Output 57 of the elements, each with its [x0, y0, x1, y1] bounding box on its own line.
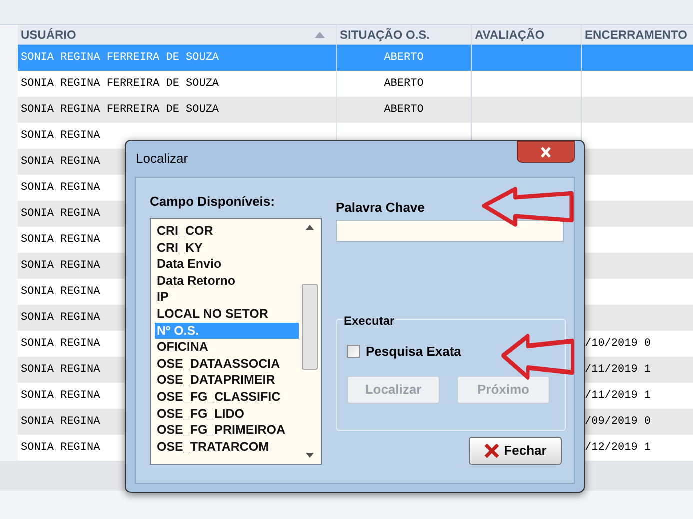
- table-cell-text: SONIA REGINA FERREIRA DE SOUZA: [21, 76, 220, 92]
- field-list-item[interactable]: IP: [155, 289, 299, 306]
- table-cell-text: SONIA REGINA: [21, 154, 100, 170]
- table-cell-text: SONIA REGINA: [21, 180, 100, 196]
- field-list-item[interactable]: OSE_DATAASSOCIA: [155, 356, 299, 372]
- table-cell-text: /09/2019 0: [585, 414, 652, 430]
- x-icon: [484, 443, 500, 459]
- field-list-item[interactable]: Data Envio: [155, 256, 299, 273]
- table-row[interactable]: SONIA REGINA FERREIRA DE SOUZA ABERTO: [18, 97, 693, 123]
- close-icon: [540, 146, 552, 158]
- close-button[interactable]: [517, 141, 575, 163]
- table-cell-text: /12/2019 1: [585, 440, 652, 456]
- scroll-up-icon[interactable]: [306, 225, 314, 230]
- dialog-title: Localizar: [136, 150, 188, 168]
- field-list-item[interactable]: OSE_TRATARCOM: [155, 438, 299, 456]
- table-cell-text: /10/2019 0: [585, 336, 652, 352]
- table-cell-text: SONIA REGINA: [21, 310, 100, 326]
- table-cell-text: ABERTO: [384, 76, 424, 92]
- checkbox-label: Pesquisa Exata: [366, 343, 462, 361]
- table-cell-text: SONIA REGINA: [21, 440, 100, 456]
- table-cell-text: SONIA REGINA: [21, 388, 100, 404]
- table-cell-text: SONIA REGINA: [21, 414, 100, 430]
- table-cell-text: SONIA REGINA: [21, 258, 100, 274]
- table-cell-text: SONIA REGINA: [21, 284, 100, 300]
- field-list-label: Campo Disponíveis:: [150, 193, 276, 211]
- field-list-item[interactable]: OSE_FG_PRIMEIROA: [155, 422, 299, 439]
- keyword-field[interactable]: [336, 220, 564, 242]
- table-cell-text: /11/2019 1: [585, 388, 652, 404]
- column-header[interactable]: AVALIAÇÃO: [472, 25, 582, 44]
- close-dialog-button[interactable]: Fechar: [469, 437, 562, 465]
- table-cell-text: SONIA REGINA FERREIRA DE SOUZA: [21, 102, 220, 118]
- table-cell-text: ABERTO: [384, 50, 424, 66]
- table-cell-text: SONIA REGINA: [21, 128, 100, 144]
- field-list[interactable]: CRI_COR CRI_KY Data Envio Data Retorno IP LOCAL NO SETOR Nº O.S. OFICINA OSE_DATAASSOCIA OSE_DATAPRIMEIR OSE_FG_CLASSIFIC OSE_FG_LIDO OSE_FG_PRIMEIROA OSE_TRATARCOM: [150, 218, 322, 465]
- table-cell-text: SONIA REGINA: [21, 362, 100, 378]
- field-list-item[interactable]: LOCAL NO SETOR: [155, 306, 299, 323]
- field-list-item[interactable]: OSE_FG_CLASSIFIC: [155, 388, 299, 406]
- column-header[interactable]: ENCERRAMENTO: [582, 25, 693, 44]
- field-list-item[interactable]: Data Retorno: [155, 272, 299, 290]
- table-row[interactable]: SONIA REGINA FERREIRA DE SOUZA ABERTO: [18, 71, 693, 97]
- table-cell-text: SONIA REGINA FERREIRA DE SOUZA: [21, 50, 220, 66]
- table-cell-text: /11/2019 1: [585, 362, 652, 378]
- field-list-item[interactable]: CRI_KY: [155, 240, 299, 256]
- field-list-item[interactable]: OFICINA: [155, 339, 299, 356]
- field-list-item[interactable]: OSE_FG_LIDO: [155, 406, 299, 422]
- table-cell-text: SONIA REGINA: [21, 206, 100, 222]
- table-cell-text: SONIA REGINA: [21, 232, 100, 248]
- keyword-label: Palavra Chave: [336, 199, 426, 212]
- column-header[interactable]: SITUAÇÃO O.S.: [337, 25, 472, 44]
- table-cell-text: ABERTO: [384, 102, 424, 118]
- column-header[interactable]: USUÁRIO: [18, 25, 337, 44]
- table-cell-text: SONIA REGINA: [21, 336, 100, 352]
- scroll-down-icon[interactable]: [306, 453, 314, 458]
- checkbox[interactable]: [347, 345, 360, 358]
- field-list-item[interactable]: CRI_COR: [155, 223, 299, 240]
- scrollbar-thumb[interactable]: [302, 284, 318, 370]
- field-list-item[interactable]: OSE_DATAPRIMEIR: [155, 372, 299, 389]
